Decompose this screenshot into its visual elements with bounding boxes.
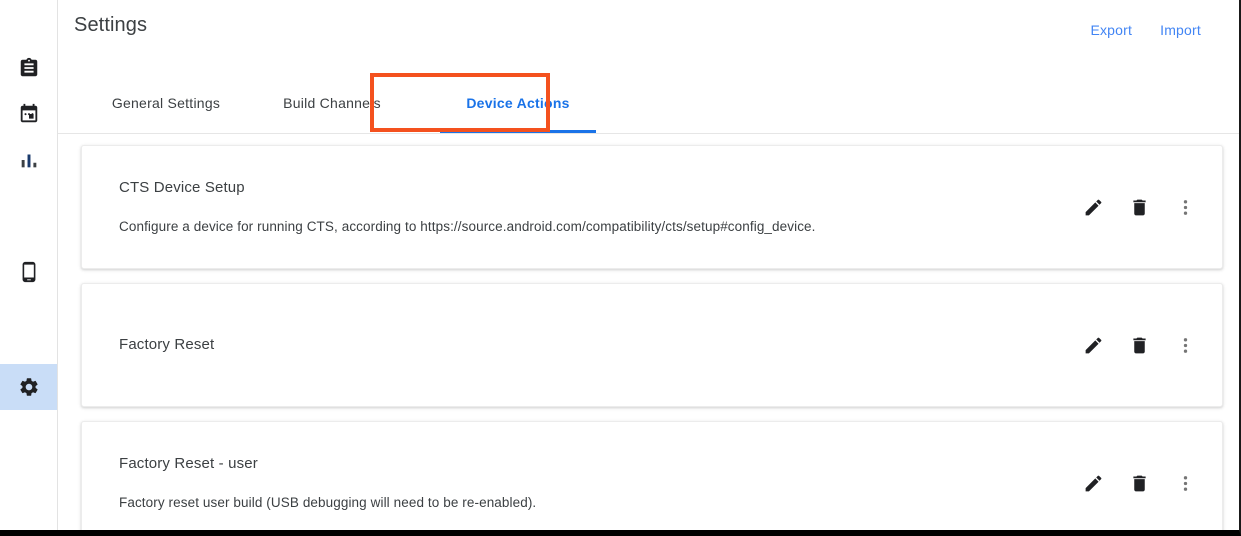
bar-chart-icon (18, 149, 40, 171)
tab-device-actions[interactable]: Device Actions (432, 73, 604, 133)
edit-button[interactable] (1070, 325, 1116, 365)
delete-icon (1129, 335, 1150, 356)
import-button[interactable]: Import (1146, 18, 1215, 42)
tab-general-settings[interactable]: General Settings (84, 73, 248, 133)
device-action-title: CTS Device Setup (119, 179, 245, 196)
device-action-card[interactable]: Factory Reset - user Factory reset user … (81, 421, 1223, 530)
delete-icon (1129, 197, 1150, 218)
delete-button[interactable] (1116, 463, 1162, 503)
edit-icon (1083, 335, 1104, 356)
edit-icon (1083, 197, 1104, 218)
device-actions-list: CTS Device Setup Configure a device for … (58, 133, 1239, 530)
device-action-buttons (1070, 187, 1208, 227)
device-action-title: Factory Reset - user (119, 455, 258, 472)
sidebar-item-devices[interactable] (0, 249, 57, 295)
device-action-buttons (1070, 463, 1208, 503)
device-action-content: Factory Reset (119, 284, 962, 406)
delete-button[interactable] (1116, 187, 1162, 227)
more-vert-icon (1175, 197, 1196, 218)
tab-build-channels[interactable]: Build Channels (248, 73, 416, 133)
delete-button[interactable] (1116, 325, 1162, 365)
delete-icon (1129, 473, 1150, 494)
sidebar-item-test-runs[interactable] (0, 45, 57, 91)
device-action-title: Factory Reset (119, 336, 215, 353)
gear-icon (18, 376, 40, 398)
edit-button[interactable] (1070, 463, 1116, 503)
phone-icon (18, 261, 40, 283)
more-options-button[interactable] (1162, 325, 1208, 365)
more-vert-icon (1175, 335, 1196, 356)
device-action-card[interactable]: Factory Reset (81, 283, 1223, 407)
page-header: Settings Export Import (58, 0, 1239, 73)
device-action-content: Factory Reset - user Factory reset user … (119, 422, 962, 530)
settings-tabbar: General Settings Build Channels Device A… (58, 73, 1239, 134)
device-action-card[interactable]: CTS Device Setup Configure a device for … (81, 145, 1223, 269)
edit-icon (1083, 473, 1104, 494)
calendar-icon (18, 103, 40, 125)
device-action-buttons (1070, 325, 1208, 365)
clipboard-icon (18, 57, 40, 79)
app-window: Settings Export Import General Settings … (0, 0, 1241, 536)
page-title: Settings (74, 14, 148, 36)
device-action-description: Configure a device for running CTS, acco… (119, 219, 816, 234)
more-vert-icon (1175, 473, 1196, 494)
more-options-button[interactable] (1162, 463, 1208, 503)
header-actions: Export Import (1076, 18, 1215, 42)
device-action-content: CTS Device Setup Configure a device for … (119, 146, 962, 268)
main-content-area: Settings Export Import General Settings … (58, 0, 1239, 530)
device-action-description: Factory reset user build (USB debugging … (119, 495, 537, 510)
sidebar-item-schedules[interactable] (0, 91, 57, 137)
left-navigation-sidebar (0, 0, 58, 530)
sidebar-item-settings[interactable] (0, 364, 57, 410)
more-options-button[interactable] (1162, 187, 1208, 227)
export-button[interactable]: Export (1076, 18, 1146, 42)
edit-button[interactable] (1070, 187, 1116, 227)
sidebar-item-results[interactable] (0, 137, 57, 183)
